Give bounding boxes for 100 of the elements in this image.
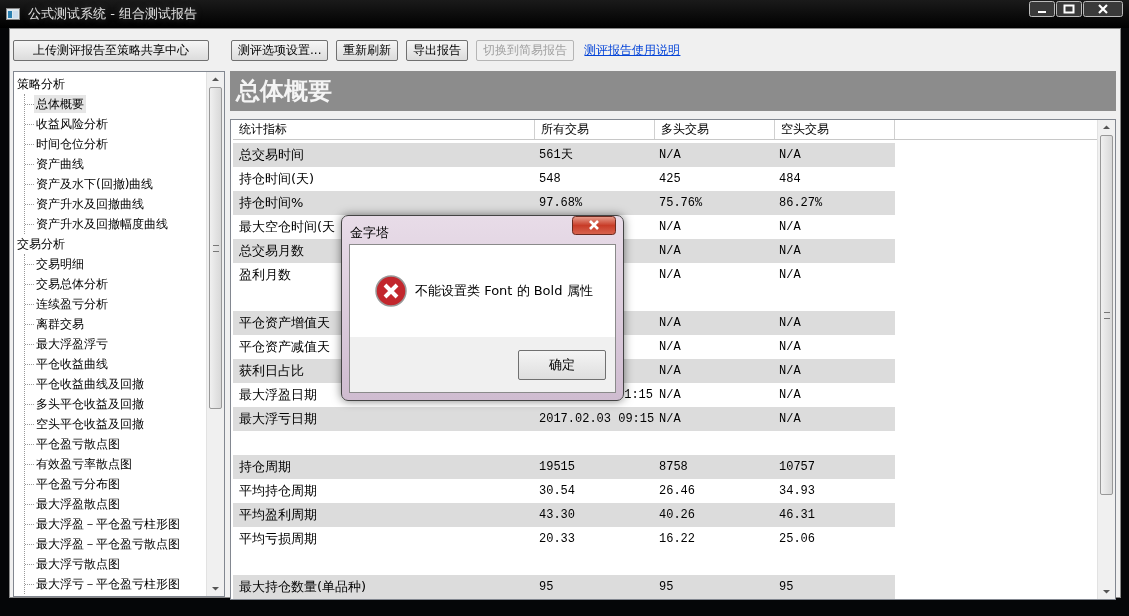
table-cell: 盈利月数 — [239, 267, 291, 282]
table-cell: N/A — [779, 244, 801, 258]
table-cell: 40.26 — [659, 508, 695, 522]
tree-item[interactable]: 连续盈亏分析 — [34, 295, 110, 313]
help-link[interactable]: 测评报告使用说明 — [584, 41, 681, 59]
table-cell: 2017.02.03 09:15 — [539, 412, 655, 426]
minimize-icon[interactable] — [1029, 1, 1055, 17]
table-cell: 持仓时间(天) — [239, 171, 315, 186]
dialog-title: 金字塔 — [350, 224, 389, 242]
table-cell: 425 — [659, 172, 681, 186]
tree-item[interactable]: 最大浮盈－平仓盈亏柱形图 — [34, 515, 182, 533]
table-cell: 平均亏损周期 — [239, 531, 317, 546]
tree-item[interactable]: 资产升水及回撤幅度曲线 — [34, 215, 170, 233]
table-cell: 总交易时间 — [239, 147, 304, 162]
table-cell: 平仓资产减值天 — [239, 339, 330, 354]
table-cell: 10757 — [779, 460, 815, 474]
tree-item[interactable]: 平仓盈亏分布图 — [34, 475, 122, 493]
scrollbar[interactable] — [1097, 120, 1115, 599]
table-cell: 1:15 — [624, 388, 653, 402]
table-cell: N/A — [779, 268, 801, 282]
table-cell: N/A — [779, 316, 801, 330]
tree-group[interactable]: 交易分析 — [15, 234, 67, 254]
toolbar-button[interactable]: 上传测评报告至策略共享中心 — [13, 39, 209, 61]
close-icon[interactable] — [1083, 1, 1123, 17]
tree-item[interactable]: 资产升水及回撤曲线 — [34, 195, 146, 213]
table-cell: 25.06 — [779, 532, 815, 546]
table-cell: 95 — [779, 580, 794, 594]
table-cell: 平均盈利周期 — [239, 507, 317, 522]
tree-item[interactable]: 资产曲线 — [34, 155, 86, 173]
table-cell: 43.30 — [539, 508, 575, 522]
tree-item[interactable]: 最大浮盈－平仓盈亏散点图 — [34, 535, 182, 553]
ok-button[interactable]: 确定 — [518, 349, 606, 380]
table-cell: N/A — [659, 268, 681, 282]
tree-item[interactable]: 最大浮盈浮亏 — [34, 335, 110, 353]
tree-item[interactable]: 平仓收益曲线及回撤 — [34, 375, 146, 393]
table-cell: 平仓资产增值天 — [239, 315, 330, 330]
table-cell: 最大空仓时间(天 — [239, 219, 336, 234]
table-cell: 获利日占比 — [239, 363, 304, 378]
table-cell: 95 — [659, 580, 674, 594]
table-cell: N/A — [659, 388, 681, 402]
table-cell: N/A — [779, 220, 801, 234]
table-cell: N/A — [659, 340, 681, 354]
column-header[interactable]: 统计指标 — [233, 120, 535, 139]
table-cell: N/A — [659, 148, 681, 162]
table-cell: 75.76% — [659, 196, 703, 210]
tree-item[interactable]: 平仓盈亏散点图 — [34, 435, 122, 453]
column-header[interactable]: 多头交易 — [655, 120, 775, 139]
table-cell: 总交易月数 — [239, 243, 304, 258]
column-header[interactable]: 空头交易 — [775, 120, 895, 139]
table-cell: 持仓周期 — [239, 459, 291, 474]
table-cell: N/A — [779, 388, 801, 402]
table-cell: 561天 — [539, 148, 573, 162]
toolbar-button[interactable]: 导出报告 — [406, 39, 469, 61]
table-cell: N/A — [659, 412, 681, 426]
table-cell: 484 — [779, 172, 801, 186]
table-cell: 平均持仓周期 — [239, 483, 317, 498]
table-cell: 最大浮盈日期 — [239, 387, 317, 402]
tree-item[interactable]: 最大浮亏－平仓盈亏柱形图 — [34, 575, 182, 593]
close-icon[interactable] — [572, 216, 616, 235]
table-cell: N/A — [779, 412, 801, 426]
tree-item[interactable]: 多头平仓收益及回撤 — [34, 395, 146, 413]
table-cell: 20.33 — [539, 532, 575, 546]
tree-item[interactable]: 时间仓位分析 — [34, 135, 110, 153]
table-cell: 8758 — [659, 460, 688, 474]
tree-item[interactable]: 交易明细 — [34, 255, 86, 273]
toolbar-button[interactable]: 测评选项设置... — [231, 39, 329, 61]
table-cell: 46.31 — [779, 508, 815, 522]
table-cell: 最大持仓数量(单品种) — [239, 579, 367, 594]
tree-item[interactable]: 收益风险分析 — [34, 115, 110, 133]
table-cell: 最大浮亏日期 — [239, 411, 317, 426]
table-cell: 95 — [539, 580, 554, 594]
tree-item[interactable]: 总体概要 — [34, 95, 86, 113]
table-cell: 26.46 — [659, 484, 695, 498]
table-cell: 持仓时间% — [239, 195, 304, 210]
tree-item[interactable]: 交易总体分析 — [34, 275, 110, 293]
tree-item[interactable]: 空头平仓收益及回撤 — [34, 415, 146, 433]
table-cell: 548 — [539, 172, 561, 186]
column-header[interactable]: 所有交易 — [535, 120, 655, 139]
table-cell: N/A — [779, 340, 801, 354]
table-cell: N/A — [779, 148, 801, 162]
window-title: 公式测试系统 - 组合测试报告 — [28, 5, 197, 23]
table-cell: 34.93 — [779, 484, 815, 498]
tree-item[interactable]: 平仓收益曲线 — [34, 355, 110, 373]
table-cell: N/A — [659, 220, 681, 234]
table-cell: N/A — [659, 316, 681, 330]
maximize-icon[interactable] — [1056, 1, 1082, 17]
error-message: 不能设置类 Font 的 Bold 属性 — [415, 282, 593, 300]
tree-item[interactable]: 有效盈亏率散点图 — [34, 455, 134, 473]
table-cell: 86.27% — [779, 196, 823, 210]
table-cell: N/A — [659, 244, 681, 258]
tree-group[interactable]: 策略分析 — [15, 74, 67, 94]
tree-item[interactable]: 最大浮盈散点图 — [34, 495, 122, 513]
tree-item[interactable]: 离群交易 — [34, 315, 86, 333]
toolbar-button[interactable]: 重新刷新 — [336, 39, 399, 61]
scrollbar[interactable] — [206, 72, 224, 596]
tree-item[interactable]: 资产及水下(回撤)曲线 — [34, 175, 156, 193]
table-cell: N/A — [779, 364, 801, 378]
section-header: 总体概要 — [230, 71, 1116, 111]
tree-item[interactable]: 最大浮亏散点图 — [34, 555, 122, 573]
app-icon — [6, 8, 20, 20]
